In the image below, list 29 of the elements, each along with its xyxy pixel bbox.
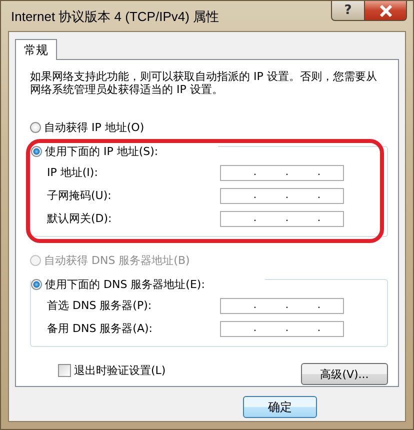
checkbox[interactable] (58, 364, 71, 376)
ip-address-field[interactable]: . . . (220, 164, 344, 180)
tab[interactable]: 常规 (15, 39, 57, 60)
ip-address-field[interactable]: . . . (220, 210, 344, 226)
help-button[interactable]: ? (331, 1, 365, 21)
ip-address-field[interactable]: . . . (220, 320, 344, 336)
field-label: 子网掩码(U): (47, 188, 112, 203)
description-text: 如果网络支持此功能，则可以获取自动指派的 IP 设置。否则，您需要从网络系统管理员处获得适当的 IP 设置。 (30, 70, 378, 96)
radio-option[interactable]: 使用下面的 DNS 服务器地址(E): (31, 275, 205, 294)
field-label: 默认网关(D): (47, 211, 112, 226)
radio-button[interactable] (31, 279, 42, 290)
close-button[interactable] (365, 1, 407, 21)
ip-address-field[interactable]: . . . (220, 298, 344, 314)
field-label: 首选 DNS 服务器(P): (47, 298, 152, 313)
field-label: 备用 DNS 服务器(A): (47, 321, 152, 336)
radio-label: 自动获得 IP 地址(O) (44, 120, 144, 135)
radio-label: 使用下面的 IP 地址(S): (45, 144, 158, 159)
radio-option[interactable]: 使用下面的 IP 地址(S): (31, 142, 158, 161)
close-icon (378, 4, 392, 16)
advanced-button[interactable]: 高级(V)... (301, 363, 388, 385)
radio-button[interactable] (31, 146, 42, 157)
radio-label: 使用下面的 DNS 服务器地址(E): (45, 277, 205, 292)
radio-label: 自动获得 DNS 服务器地址(B) (44, 253, 190, 268)
ok-button[interactable]: 确定 (243, 396, 317, 418)
radio-option[interactable]: 自动获得 IP 地址(O) (30, 118, 144, 137)
radio-button[interactable] (30, 122, 41, 133)
field-label: IP 地址(I): (47, 165, 98, 180)
window-title: Internet 协议版本 4 (TCP/IPv4) 属性 (11, 8, 220, 26)
ip-address-field[interactable]: . . . (220, 188, 344, 204)
